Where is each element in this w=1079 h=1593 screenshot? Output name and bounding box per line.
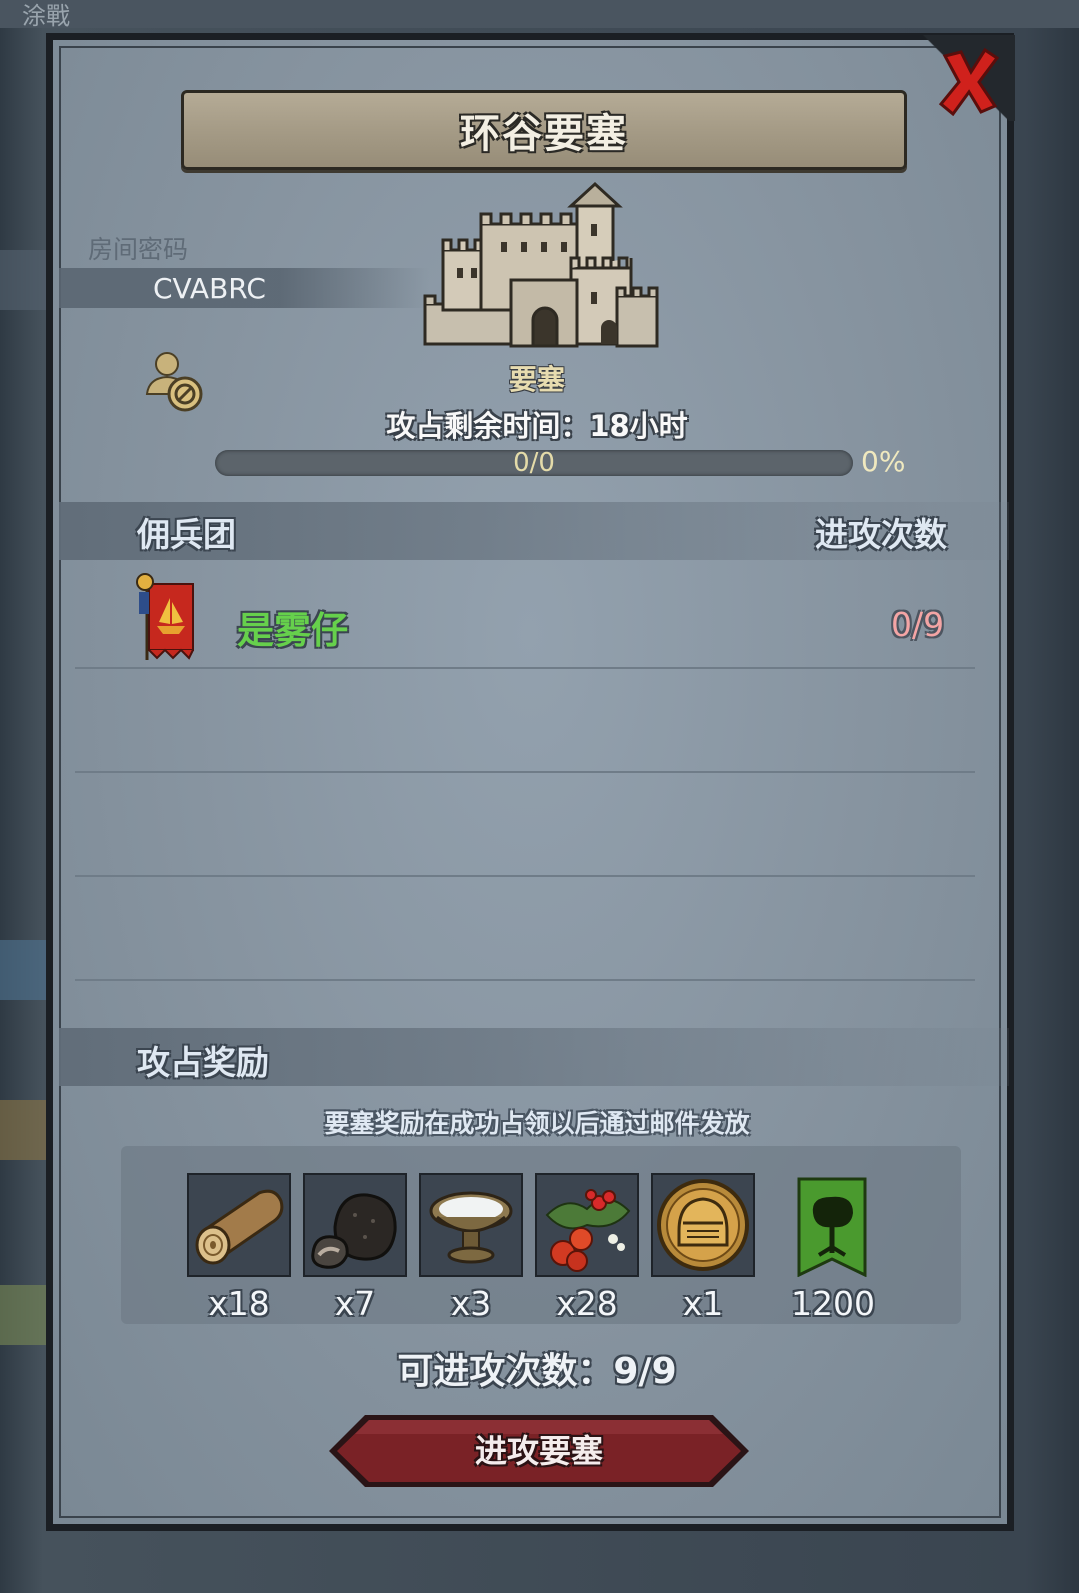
attack-button-label: 进攻要塞 xyxy=(474,1432,603,1470)
close-button[interactable] xyxy=(937,46,1001,117)
reward-item-wood[interactable] xyxy=(187,1173,291,1277)
row-divider xyxy=(75,771,975,773)
capture-timer-value: 18小时 xyxy=(589,409,688,443)
background-top-bar: 涂戰 xyxy=(0,0,1079,30)
reward-qty-milk: x3 xyxy=(450,1284,492,1323)
mercenary-attack-count: 0/9 xyxy=(891,605,945,644)
capture-progress-bar: 0/0 xyxy=(215,450,853,476)
berries-icon xyxy=(545,1189,631,1272)
reward-qty-banner: 1200 xyxy=(791,1284,875,1323)
background-side-tab xyxy=(0,940,46,1000)
dialog-title: 环谷要塞 xyxy=(460,111,628,157)
title-banner: 环谷要塞 xyxy=(181,90,907,170)
close-icon[interactable] xyxy=(937,46,1001,117)
reward-qty-truffle: x7 xyxy=(334,1284,376,1323)
fortress-type-label: 要塞 xyxy=(508,363,565,396)
reward-qty-helmet-medal: x1 xyxy=(682,1284,724,1323)
row-divider xyxy=(75,875,975,877)
capture-timer-label: 攻占剩余时间： xyxy=(386,409,590,443)
rewards-note: 要塞奖励在成功占领以后通过邮件发放 xyxy=(324,1109,750,1138)
reward-item-helmet-medal[interactable] xyxy=(651,1173,755,1277)
background-top-text: 涂戰 xyxy=(22,2,70,30)
attack-fortress-button[interactable]: 进攻要塞 xyxy=(327,1412,751,1490)
green-tree-banner-icon[interactable] xyxy=(797,1177,867,1277)
background-side-tab xyxy=(0,250,46,310)
background-side-tab xyxy=(0,1285,46,1345)
fortress-dialog: 环谷要塞 房间密码 CVABRC 要塞 攻占剩余时间：18小时 0/0 0% 佣… xyxy=(46,33,1015,1531)
attempts-value: 9/9 xyxy=(613,1351,677,1392)
attempts-label: 可进攻次数： xyxy=(397,1351,614,1392)
reward-item-truffle[interactable] xyxy=(303,1173,407,1277)
attempts-remaining: 可进攻次数：9/9 xyxy=(53,1342,1021,1394)
knight-helmet-medal-icon xyxy=(657,1179,749,1271)
truffle-icon xyxy=(311,1193,397,1269)
reward-item-berries[interactable] xyxy=(535,1173,639,1277)
attack-count-header: 进攻次数 xyxy=(815,515,947,554)
reward-item-milk[interactable] xyxy=(419,1173,523,1277)
mercenary-header: 佣兵团 xyxy=(137,515,236,554)
reward-qty-wood: x18 xyxy=(208,1284,270,1323)
rewards-header: 攻占奖励 xyxy=(137,1043,269,1082)
mercenary-banner-icon xyxy=(136,573,194,660)
castle-icon xyxy=(423,181,659,348)
capture-progress-text: 0/0 xyxy=(513,450,555,476)
capture-progress-percent: 0% xyxy=(861,445,906,478)
row-divider xyxy=(75,667,975,669)
room-password-label: 房间密码 xyxy=(88,235,189,264)
background-side-tab xyxy=(0,1100,46,1160)
milk-bowl-icon xyxy=(429,1191,513,1264)
reward-qty-berries: x28 xyxy=(556,1284,618,1323)
capture-timer: 攻占剩余时间：18小时 xyxy=(53,403,1021,445)
row-divider xyxy=(75,979,975,981)
room-password-value: CVABRC xyxy=(153,272,266,305)
mercenary-name: 是雾仔 xyxy=(237,609,348,652)
wood-log-icon xyxy=(195,1189,284,1265)
